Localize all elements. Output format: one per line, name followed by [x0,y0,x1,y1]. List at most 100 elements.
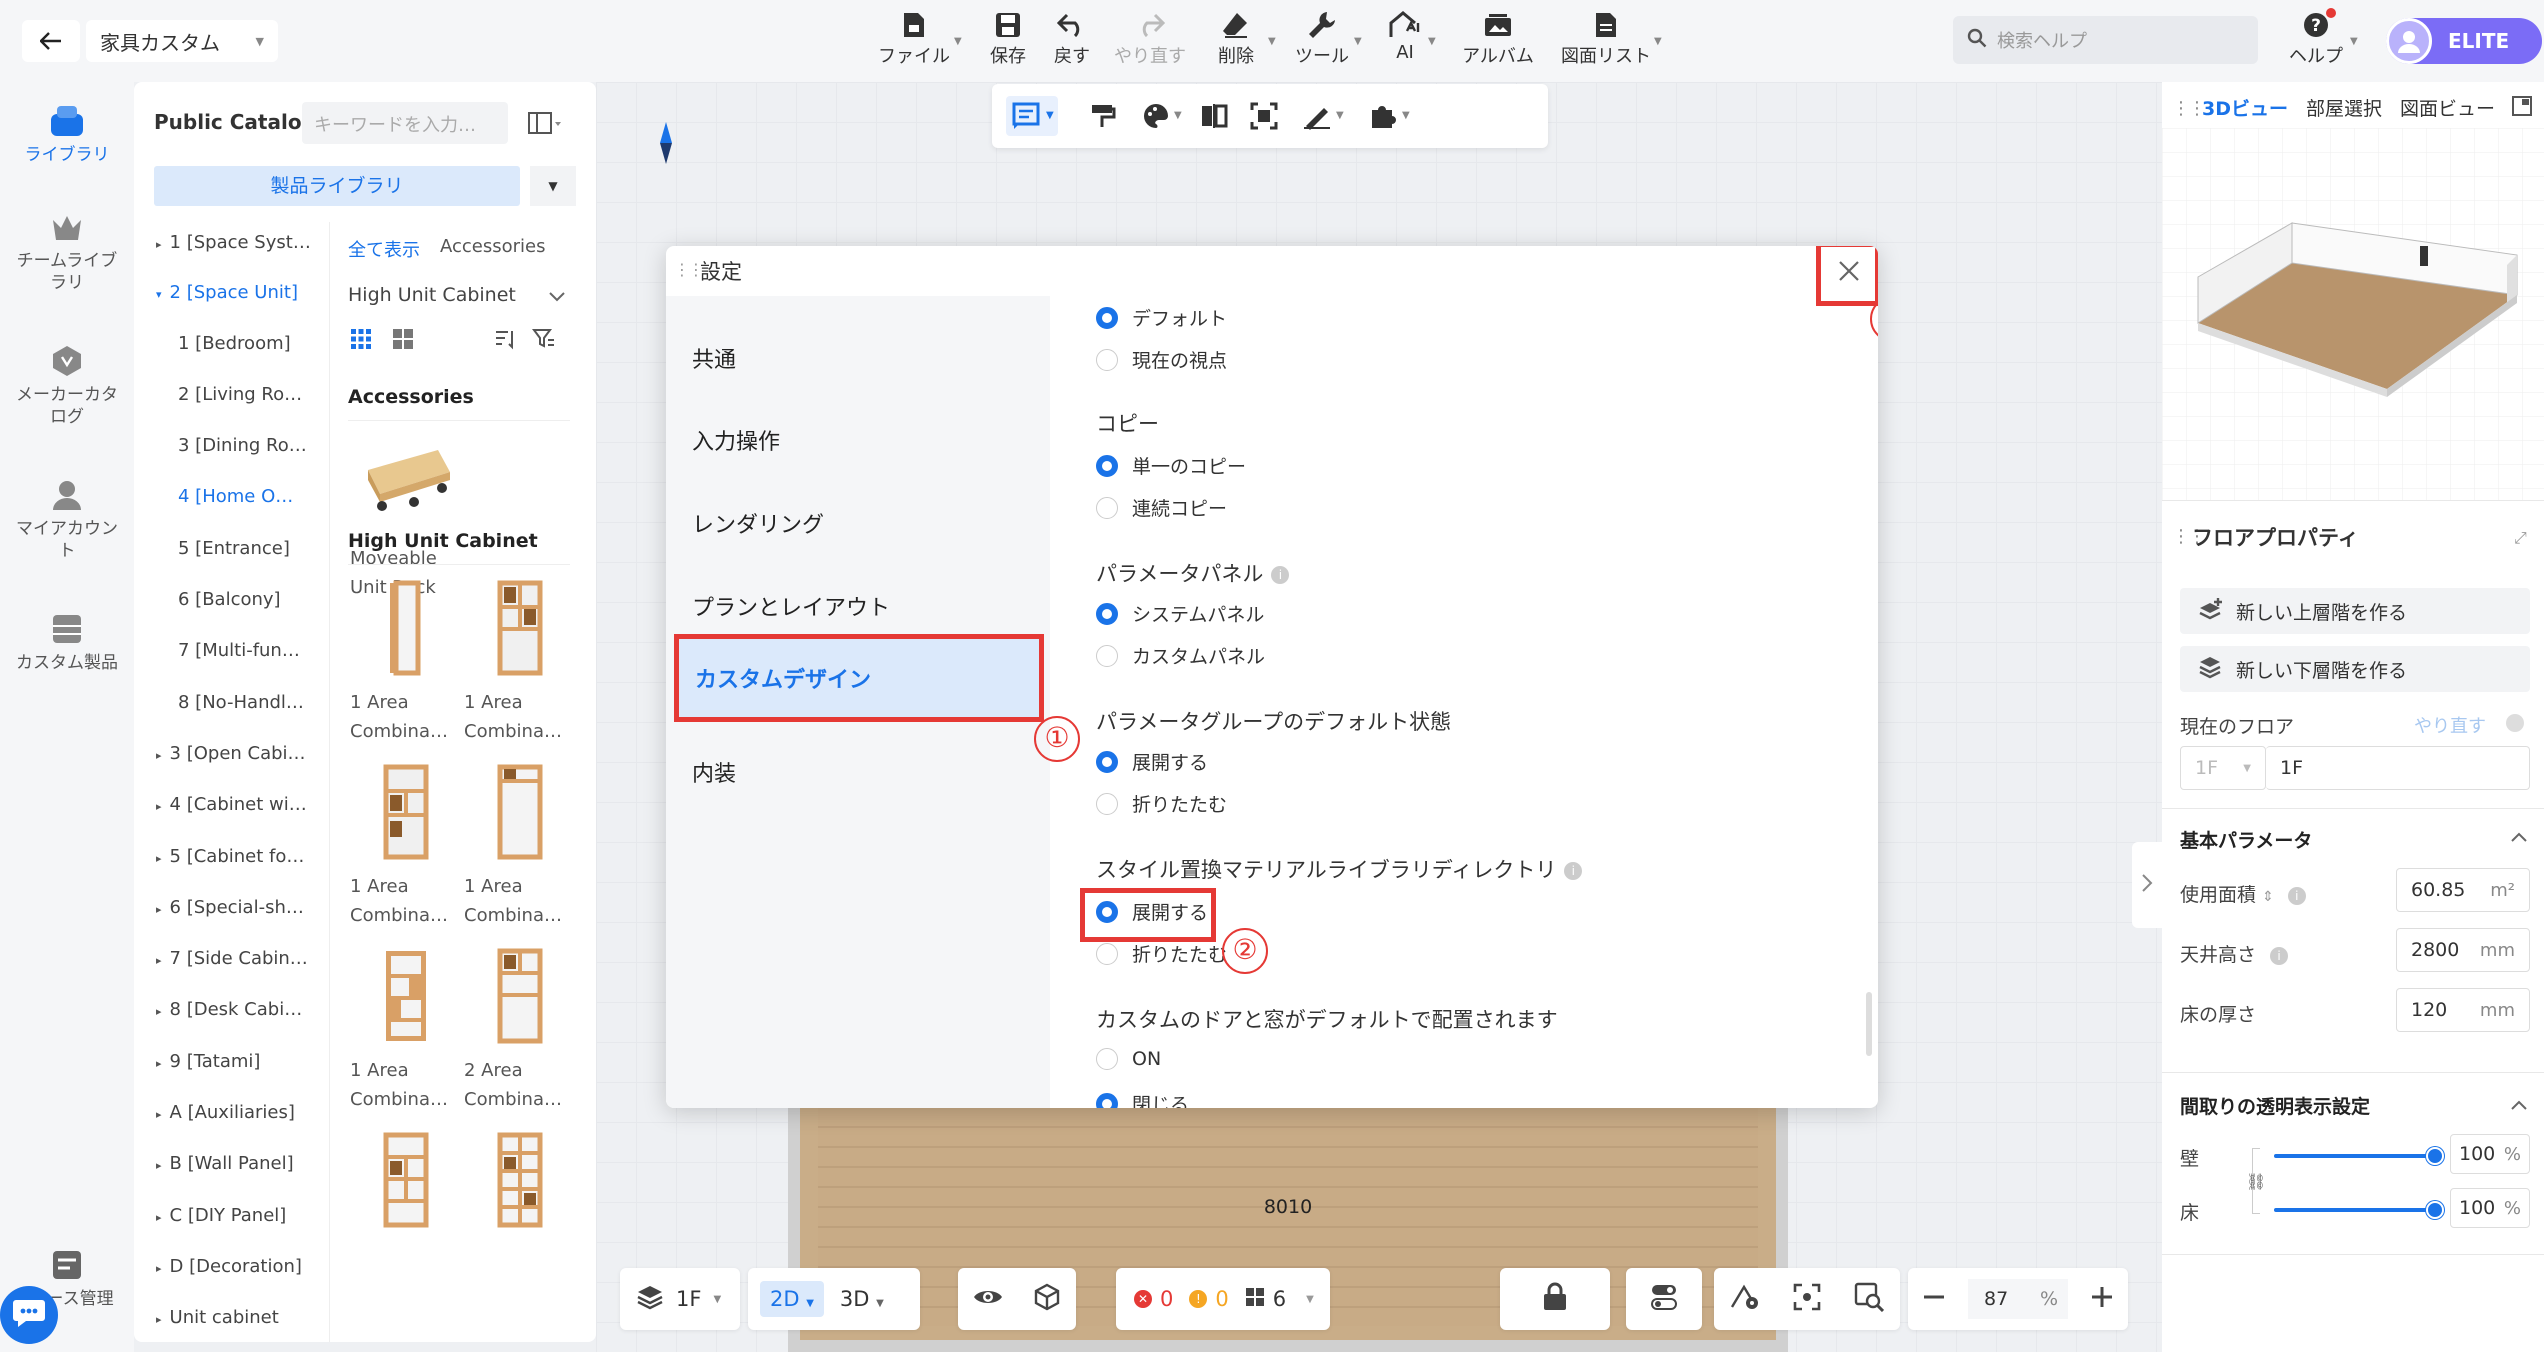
tree-item[interactable]: ▸ 4 [Cabinet wi… [156,794,344,815]
radio-copy-single[interactable]: 単一のコピー [1096,452,1246,479]
grid-small-icon[interactable] [350,328,372,355]
tree-item[interactable]: ▸ C [DIY Panel] [156,1205,344,1226]
product-card[interactable]: 1 Area Combina… [350,938,462,1114]
wall-pct-input[interactable]: 100% [2450,1134,2530,1174]
zoom-out-icon[interactable] [1922,1285,1946,1314]
floor-transparency-slider[interactable] [2274,1208,2434,1212]
toggle-settings-button[interactable] [1626,1268,1702,1330]
3d-preview[interactable] [2162,128,2544,500]
view-settings-icon[interactable] [1730,1283,1760,1316]
project-select[interactable]: 家具カスタム ▼ [86,20,278,62]
radio-view-current[interactable]: 現在の視点 [1096,346,1227,373]
select-frame-icon[interactable] [1250,102,1278,135]
keyword-input[interactable]: キーワードを入力… [302,102,508,144]
tree-item[interactable]: ▸ 1 [Space Syst… [156,232,344,253]
nav-my-account[interactable]: マイアカウント [0,478,134,562]
nav-custom-design[interactable]: カスタムデザイン [674,634,1044,722]
floor-select[interactable]: 1F ▼ [2180,746,2266,790]
radio-group-expand[interactable]: 展開する [1096,748,1208,775]
tree-item[interactable]: ▸ 5 [Cabinet fo… [156,846,344,867]
help-caret-icon[interactable]: ▼ [2350,36,2358,47]
radio-door-on[interactable]: ON [1096,1048,1161,1070]
delete-button[interactable]: 削除 [1208,8,1264,74]
area-input[interactable]: 60.85 m² [2396,868,2530,912]
ai-caret-icon[interactable]: ▼ [1428,36,1436,47]
cube-icon[interactable] [1033,1283,1061,1316]
mode-2d-button[interactable]: 2D ▼ [760,1281,824,1317]
comment-caret-icon[interactable]: ▼ [1046,110,1054,121]
measure-icon[interactable] [1302,102,1332,135]
issue-counter[interactable]: ✕ 0 ! 0 6 ▼ [1116,1268,1330,1330]
nav-input[interactable]: 入力操作 [692,424,780,456]
radio-door-off[interactable]: 閉じる [1096,1090,1189,1108]
nav-common[interactable]: 共通 [692,342,736,374]
zoom-in-icon[interactable] [2090,1285,2114,1314]
radio-group-collapse[interactable]: 折りたたむ [1096,790,1227,817]
file-menu[interactable]: ファイル [878,8,950,74]
nav-custom-products[interactable]: カスタム製品 [0,612,134,674]
product-card[interactable]: 1 Area Combina… [464,754,576,930]
floor-name-input[interactable]: 1F [2266,746,2530,790]
panel-collapse-button[interactable] [2132,842,2162,928]
library-dropdown[interactable]: ▼ [530,166,576,206]
chevron-up-icon[interactable] [2510,826,2528,848]
brush-caret-icon[interactable]: ▼ [1174,110,1182,121]
tab-3d-view[interactable]: 3Dビュー [2202,94,2288,121]
mode-3d-button[interactable]: 3D ▼ [832,1281,892,1317]
zoom-input[interactable]: 87% [1968,1279,2068,1319]
product-card[interactable]: 1 Area Combina… [350,570,462,746]
redo-link[interactable]: やり直す [2414,712,2486,738]
floor-slider-handle[interactable] [2426,1201,2444,1219]
product-card[interactable]: 1 Area Combina… [350,754,462,930]
product-library-button[interactable]: 製品ライブラリ [154,166,520,206]
measure-caret-icon[interactable]: ▼ [1336,110,1344,121]
product-card[interactable] [464,1122,576,1240]
eye-icon[interactable] [973,1287,1003,1312]
tree-item[interactable]: ▸ Unit cabinet [156,1307,344,1328]
chevron-up-icon[interactable] [2510,1094,2528,1116]
filter-icon[interactable] [532,328,556,355]
save-button[interactable]: 保存 [980,8,1036,74]
album-button[interactable]: アルバム [1458,8,1538,74]
nav-plan-layout[interactable]: プランとレイアウト [692,590,890,622]
radio-style-collapse[interactable]: 折りたたむ [1096,940,1227,967]
tools-menu[interactable]: ツール [1292,8,1352,74]
nav-team-library[interactable]: チームライブラリ [0,212,134,294]
ceiling-height-input[interactable]: 2800 mm [2396,928,2530,972]
tree-item[interactable]: ▸ 8 [Desk Cabi… [156,999,344,1020]
floor-thickness-input[interactable]: 120 mm [2396,988,2530,1032]
tree-item[interactable]: ▸ A [Auxiliaries] [156,1102,344,1123]
chevron-down-icon[interactable] [548,286,566,308]
floor-switcher[interactable]: 1F ▼ [620,1268,740,1330]
help-search-input[interactable]: 検索ヘルプ [1953,16,2258,64]
redo-button[interactable]: やり直す [1112,8,1188,74]
show-all-link[interactable]: 全て表示 [348,236,420,262]
nav-rendering[interactable]: レンダリング [692,507,824,539]
radio-param-custom[interactable]: カスタムパネル [1096,642,1265,669]
tools-caret-icon[interactable]: ▼ [1354,36,1362,47]
nav-interior[interactable]: 内装 [692,756,736,788]
plugin-icon[interactable] [1368,102,1396,135]
radio-style-expand[interactable]: 展開する [1096,898,1208,925]
format-paint-icon[interactable] [1088,102,1116,135]
radio-copy-continuous[interactable]: 連続コピー [1096,494,1227,521]
product-card[interactable] [350,1122,462,1240]
wall-transparency-slider[interactable] [2274,1154,2434,1158]
radio-view-default[interactable]: デフォルト [1096,304,1227,331]
category-select[interactable]: High Unit Cabinet [348,284,516,306]
plugin-caret-icon[interactable]: ▼ [1402,110,1410,121]
sort-icon[interactable] [494,328,516,355]
popout-icon[interactable] [2512,96,2532,121]
ai-menu[interactable]: AI [1382,8,1428,74]
help-menu[interactable]: ? ヘルプ [2284,8,2348,74]
focus-icon[interactable] [1793,1283,1821,1316]
file-caret-icon[interactable]: ▼ [954,36,962,47]
tree-item[interactable]: ▸ 7 [Side Cabin… [156,948,344,969]
tab-drawing-view[interactable]: 図面ビュー [2400,94,2495,121]
tab-room-select[interactable]: 部屋選択 [2306,94,2382,121]
new-upper-floor-button[interactable]: 新しい上層階を作る [2180,588,2530,634]
new-lower-floor-button[interactable]: 新しい下層階を作る [2180,646,2530,692]
expand-icon[interactable]: ⤢ [2514,528,2527,548]
delete-caret-icon[interactable]: ▼ [1268,36,1276,47]
wall-slider-handle[interactable] [2426,1147,2444,1165]
